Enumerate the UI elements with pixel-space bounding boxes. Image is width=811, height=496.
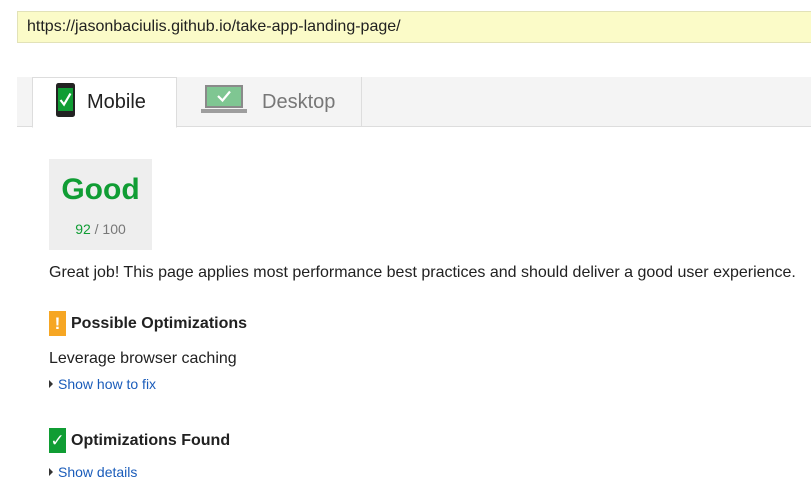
section-title: Possible Optimizations [71, 314, 248, 332]
tab-mobile[interactable]: Mobile [32, 77, 177, 128]
possible-optimizations-header: ! Possible Optimizations [49, 311, 247, 336]
check-icon: ✓ [49, 428, 66, 453]
exclamation-icon: ! [49, 311, 66, 336]
score-box: Good 92 / 100 [49, 159, 152, 250]
device-tabs: Mobile Desktop [17, 77, 811, 128]
desktop-check-icon [201, 84, 247, 120]
tab-desktop-label: Desktop [262, 90, 336, 113]
tab-mobile-label: Mobile [87, 91, 146, 113]
section-title: Optimizations Found [71, 431, 231, 449]
url-text: https://jasonbaciulis.github.io/take-app… [27, 18, 401, 35]
score-value: 92 / 100 [49, 221, 152, 237]
tab-desktop[interactable]: Desktop [177, 77, 362, 127]
show-details-link[interactable]: Show details [49, 464, 137, 480]
pagespeed-report: https://jasonbaciulis.github.io/take-app… [0, 0, 811, 496]
show-how-to-fix-link[interactable]: Show how to fix [49, 376, 156, 392]
caret-right-icon [49, 468, 53, 476]
score-max: / 100 [94, 221, 126, 237]
caret-right-icon [49, 380, 53, 388]
optimization-item: Leverage browser caching [49, 350, 237, 367]
score-number: 92 [75, 221, 91, 237]
optimizations-found-header: ✓ Optimizations Found [49, 428, 230, 453]
mobile-check-icon [56, 83, 75, 122]
url-bar[interactable]: https://jasonbaciulis.github.io/take-app… [17, 11, 811, 43]
link-label: Show details [58, 464, 138, 480]
summary-text: Great job! This page applies most perfor… [49, 264, 796, 281]
score-rating: Good [61, 173, 140, 206]
link-label: Show how to fix [58, 376, 157, 392]
